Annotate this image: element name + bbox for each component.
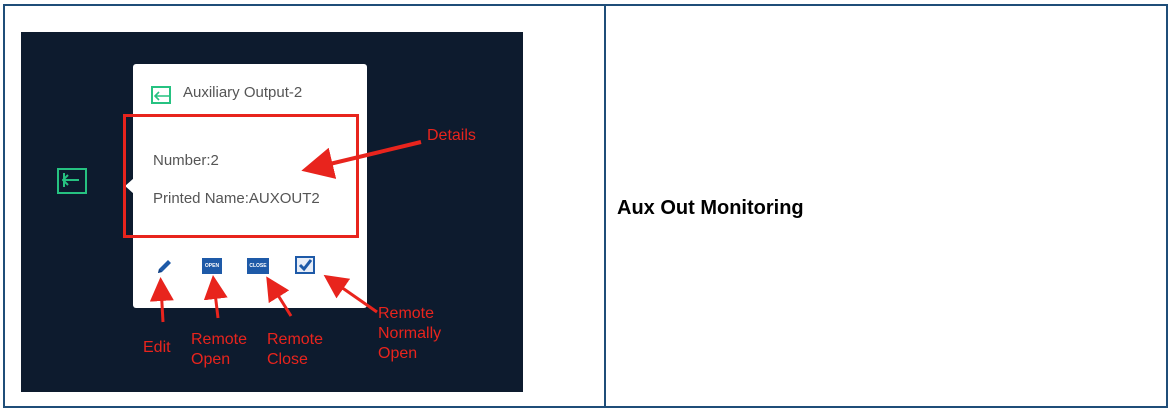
table-cell-divider <box>604 6 606 406</box>
remote-normally-open-annotation: Remote Normally Open <box>378 305 442 362</box>
document-table: Auxiliary Output-2 Number:2 Printed Name… <box>3 4 1168 408</box>
details-arrow <box>301 140 422 179</box>
remote-normally-open-arrow <box>323 274 378 314</box>
feature-caption: Aux Out Monitoring <box>617 197 804 219</box>
edit-arrow <box>149 277 174 323</box>
edit-annotation: Edit <box>143 339 171 356</box>
remote-close-arrow <box>266 276 293 317</box>
details-annotation: Details <box>427 127 476 144</box>
remote-open-arrow <box>203 275 228 319</box>
remote-close-annotation: Remote Close <box>267 331 324 368</box>
remote-open-annotation: Remote Open <box>191 331 248 368</box>
aux-output-screenshot: Auxiliary Output-2 Number:2 Printed Name… <box>21 32 523 392</box>
